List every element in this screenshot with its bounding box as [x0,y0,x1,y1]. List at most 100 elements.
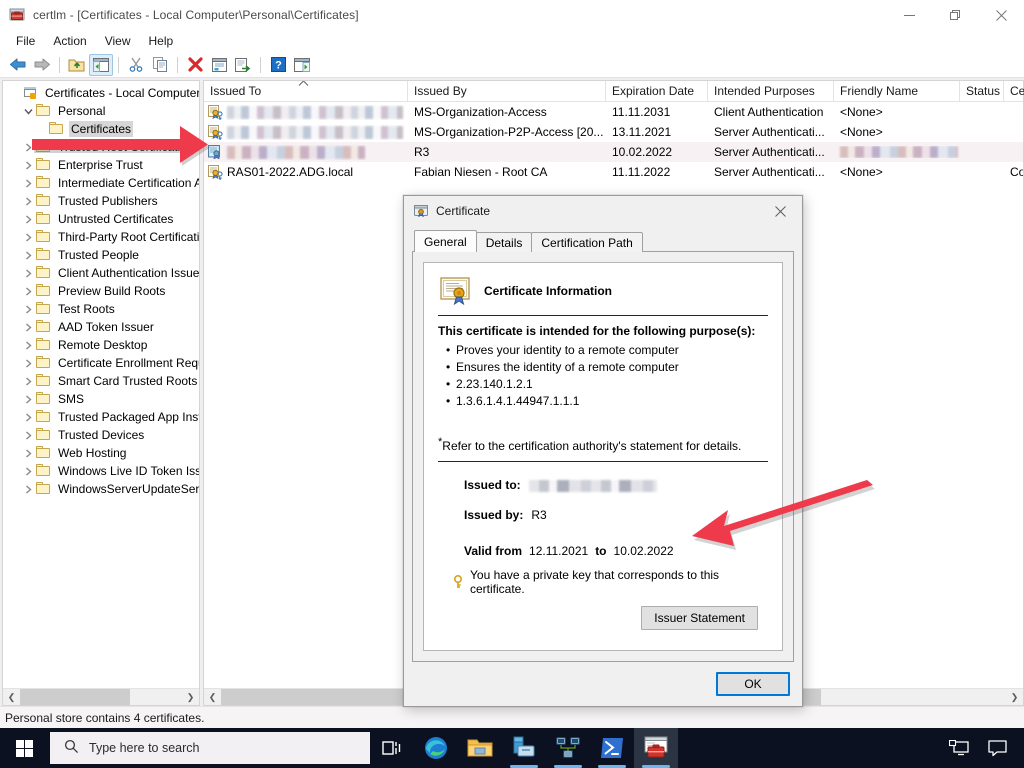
forward-button[interactable] [30,54,54,76]
issued-to-value [528,478,657,492]
cut-button[interactable] [124,54,148,76]
console-tree[interactable]: Certificates - Local Computer Personal Cer… [3,81,199,688]
chevron-right-icon[interactable] [20,250,36,260]
copy-button[interactable] [148,54,172,76]
column-header-friendly-name[interactable]: Friendly Name [834,81,960,101]
menu-item-action[interactable]: Action [44,31,95,51]
chevron-right-icon[interactable] [20,160,36,170]
column-header-ce[interactable]: Ce [1004,81,1024,101]
tree-node-trusted-publishers[interactable]: Trusted Publishers [3,192,199,210]
chevron-right-icon[interactable] [20,376,36,386]
action-center-icon[interactable] [980,728,1014,768]
chevron-down-icon[interactable] [20,107,36,116]
chevron-right-icon[interactable] [20,232,36,242]
start-button[interactable] [0,728,48,768]
minimize-button[interactable] [886,0,932,30]
tree-node-untrusted-certificates[interactable]: Untrusted Certificates [3,210,199,228]
chevron-right-icon[interactable] [20,484,36,494]
scroll-left-arrow[interactable]: ❮ [204,689,221,705]
chevron-right-icon[interactable] [20,430,36,440]
back-button[interactable] [6,54,30,76]
scroll-right-arrow[interactable]: ❯ [182,689,199,705]
tree-node-trusted-root-certification-au[interactable]: Trusted Root Certification Au [3,138,199,156]
tree-node-windowsserverupdateservice[interactable]: WindowsServerUpdateService [3,480,199,498]
search-input[interactable]: Type here to search [50,732,370,764]
show-hide-console-tree-button[interactable] [89,53,113,76]
chevron-right-icon[interactable] [20,214,36,224]
chevron-right-icon[interactable] [20,394,36,404]
tree-horizontal-scrollbar[interactable]: ❮ ❯ [3,688,199,705]
chevron-right-icon[interactable] [20,322,36,332]
chevron-right-icon[interactable] [20,412,36,422]
taskbar-network-tool[interactable] [546,728,590,768]
scroll-left-arrow[interactable]: ❮ [3,689,20,705]
taskbar-edge[interactable] [414,728,458,768]
tree-node-trusted-packaged-app-install[interactable]: Trusted Packaged App Install [3,408,199,426]
menu-item-help[interactable]: Help [140,31,183,51]
delete-button[interactable] [183,54,207,76]
certificate-list-row[interactable]: R3 10.02.2022 Server Authenticati... [204,142,1023,162]
tab-certification-path[interactable]: Certification Path [531,232,643,252]
new-window-button[interactable] [290,54,314,76]
menu-item-file[interactable]: File [7,31,44,51]
chevron-right-icon[interactable] [20,340,36,350]
tree-node-third-party-root-certification[interactable]: Third-Party Root Certification [3,228,199,246]
column-header-issued-by[interactable]: Issued By [408,81,606,101]
certificate-list-row[interactable]: MS-Organization-P2P-Access [20... 13.11.2… [204,122,1023,142]
tree-node-preview-build-roots[interactable]: Preview Build Roots [3,282,199,300]
certificate-list-row[interactable]: MS-Organization-Access 11.11.2031 Client A… [204,102,1023,122]
tree-node-personal[interactable]: Personal [3,102,199,120]
menu-item-view[interactable]: View [96,31,140,51]
issuer-statement-button[interactable]: Issuer Statement [641,606,758,630]
tree-node-intermediate-certification-au[interactable]: Intermediate Certification Au [3,174,199,192]
chevron-right-icon[interactable] [20,196,36,206]
task-view-button[interactable] [370,728,414,768]
tree-node-trusted-devices[interactable]: Trusted Devices [3,426,199,444]
network-tray-icon[interactable] [942,728,976,768]
chevron-right-icon[interactable] [20,448,36,458]
tree-node-label: Trusted Root Certification Au [58,140,199,154]
help-button[interactable]: ? [266,54,290,76]
chevron-right-icon[interactable] [20,304,36,314]
tree-node-certificate-enrollment-reques[interactable]: Certificate Enrollment Reques [3,354,199,372]
tree-node-root[interactable]: Certificates - Local Computer [3,84,199,102]
dialog-close-button[interactable] [758,196,802,226]
column-header-intended-purposes[interactable]: Intended Purposes [708,81,834,101]
properties-button[interactable] [207,54,231,76]
tree-node-windows-live-id-token-issuer[interactable]: Windows Live ID Token Issuer [3,462,199,480]
chevron-right-icon[interactable] [20,358,36,368]
column-header-issued-to[interactable]: Issued To [204,81,408,101]
tree-node-trusted-people[interactable]: Trusted People [3,246,199,264]
scroll-right-arrow[interactable]: ❯ [1006,689,1023,705]
certificate-list-row[interactable]: RAS01-2022.ADG.local Fabian Niesen - Root… [204,162,1023,182]
restore-button[interactable] [932,0,978,30]
tree-node-certificates[interactable]: Certificates [3,120,199,138]
tree-node-remote-desktop[interactable]: Remote Desktop [3,336,199,354]
ok-button[interactable]: OK [716,672,790,696]
column-header-status[interactable]: Status [960,81,1004,101]
tab-details[interactable]: Details [475,232,533,252]
taskbar-file-explorer[interactable] [458,728,502,768]
tab-general[interactable]: General [414,230,477,252]
close-button[interactable] [978,0,1024,30]
scroll-track[interactable] [20,689,182,705]
chevron-right-icon[interactable] [20,178,36,188]
tree-node-sms[interactable]: SMS [3,390,199,408]
scroll-thumb[interactable] [20,689,130,705]
chevron-right-icon[interactable] [20,466,36,476]
tree-node-smart-card-trusted-roots[interactable]: Smart Card Trusted Roots [3,372,199,390]
taskbar-certlm[interactable] [634,728,678,768]
export-button[interactable] [231,54,255,76]
tree-node-enterprise-trust[interactable]: Enterprise Trust [3,156,199,174]
up-one-level-button[interactable] [65,54,89,76]
chevron-right-icon[interactable] [20,142,36,152]
taskbar-powershell[interactable] [590,728,634,768]
taskbar-server-manager[interactable] [502,728,546,768]
chevron-right-icon[interactable] [20,268,36,278]
chevron-right-icon[interactable] [20,286,36,296]
tree-node-web-hosting[interactable]: Web Hosting [3,444,199,462]
column-header-expiration-date[interactable]: Expiration Date [606,81,708,101]
tree-node-test-roots[interactable]: Test Roots [3,300,199,318]
tree-node-client-authentication-issuers[interactable]: Client Authentication Issuers [3,264,199,282]
tree-node-aad-token-issuer[interactable]: AAD Token Issuer [3,318,199,336]
